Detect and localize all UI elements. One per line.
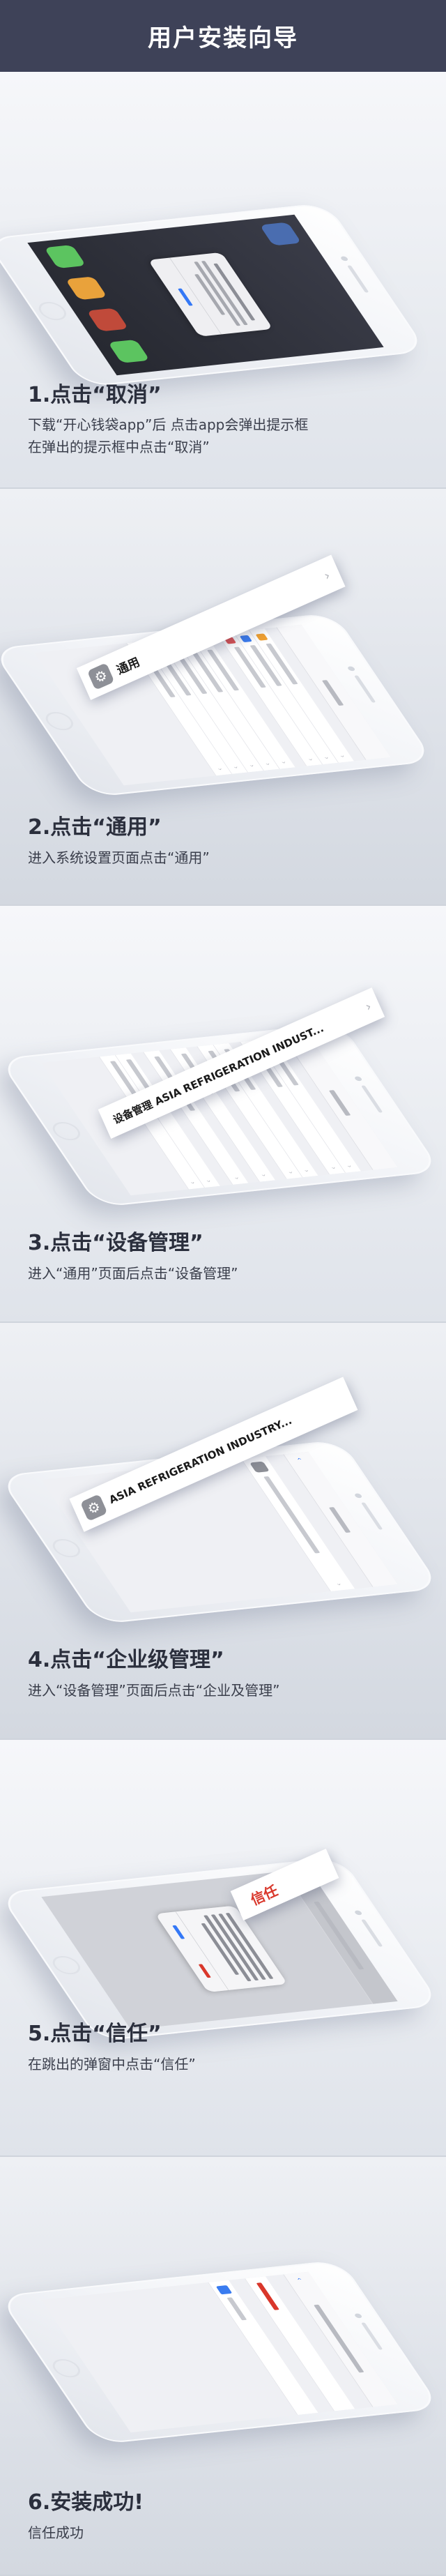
chevron-right-icon: › <box>302 1169 312 1173</box>
phone-app-icon[interactable] <box>44 245 86 269</box>
chevron-right-icon: › <box>334 1582 345 1586</box>
phone-camera <box>353 1493 363 1499</box>
phone-speaker <box>347 265 369 293</box>
nav-title <box>321 680 344 706</box>
step-desc-line: 信任成功 <box>28 2524 84 2541</box>
device-management-screen: ‹ › <box>41 1451 398 1613</box>
settings-row-icon <box>255 633 268 641</box>
phone-mockup <box>0 202 427 388</box>
gear-icon: ⚙ <box>86 662 115 690</box>
trusted-enterprise-screen: ‹ <box>41 2271 398 2433</box>
home-button[interactable] <box>34 301 71 321</box>
step-title: 1.点击“取消” <box>28 383 162 407</box>
chevron-right-icon: › <box>363 999 374 1015</box>
header-bar: 用户安装向导 <box>0 0 446 72</box>
home-button[interactable] <box>48 1955 85 1976</box>
chevron-right-icon: › <box>321 568 332 584</box>
phone-camera <box>353 2313 363 2319</box>
home-button[interactable] <box>41 711 78 732</box>
step-desc-line: 进入“通用”页面后点击“设备管理” <box>28 1265 238 1282</box>
trust-confirm-alert <box>155 1905 288 1992</box>
chevron-right-icon: › <box>328 1166 339 1170</box>
home-button[interactable] <box>48 1538 85 1559</box>
phone-camera <box>353 1076 363 1082</box>
phone-mockup: ‹ › › › › › › › › <box>0 1022 441 1208</box>
chevron-right-icon: › <box>231 766 242 769</box>
app-row-label <box>226 2297 247 2321</box>
step-desc-line: 进入系统设置页面点击“通用” <box>28 849 210 866</box>
alert-cancel-button[interactable] <box>178 288 193 306</box>
callout-label: 通用 <box>114 655 142 678</box>
phone-mockup: ‹ <box>0 2259 441 2445</box>
gear-icon <box>249 1461 270 1473</box>
phone-camera <box>346 666 356 672</box>
chevron-right-icon: › <box>306 758 316 762</box>
install-guide-page: 用户安装向导 1.点击“取消” 下载“开心钱袋app”后 点击app会弹出提示框… <box>0 0 446 2576</box>
phone-speaker <box>361 1085 383 1113</box>
step-6-section: ‹ 6.安装成功! 信任成功 <box>0 2157 446 2576</box>
trusted-status-label <box>256 2282 279 2310</box>
page-title: 用户安装向导 <box>148 24 298 52</box>
phone-camera <box>353 1910 363 1916</box>
app-icon <box>215 2285 233 2295</box>
phone-speaker <box>354 675 376 703</box>
home-button[interactable] <box>48 1121 85 1142</box>
settings-row-icon <box>239 635 253 643</box>
back-button[interactable]: ‹ <box>293 1457 304 1461</box>
chevron-right-icon: › <box>259 1174 270 1177</box>
messages-app-icon[interactable] <box>107 339 151 363</box>
app-icon[interactable] <box>86 308 129 332</box>
alert-divider <box>169 257 222 335</box>
nav-title <box>328 1090 351 1116</box>
phone-speaker <box>361 1919 383 1947</box>
chevron-right-icon: › <box>279 761 289 764</box>
enterprise-app-screen: ‹ <box>41 1868 398 2030</box>
alert-cancel-button[interactable] <box>172 1925 185 1939</box>
phone-speaker <box>361 1502 383 1530</box>
step-4-section: ‹ › ⚙ ASIA REFRIGERATION INDUSTRY... 4.点… <box>0 1323 446 1740</box>
chevron-right-icon: › <box>215 767 226 771</box>
phone-camera <box>339 256 349 262</box>
step-title: 4.点击“企业级管理” <box>28 1648 224 1672</box>
chevron-right-icon: › <box>232 1176 243 1180</box>
phone-home-screen <box>27 214 384 376</box>
chevron-right-icon: › <box>187 1181 199 1185</box>
step-title: 6.安装成功! <box>28 2490 144 2515</box>
chevron-right-icon: › <box>286 1171 296 1174</box>
step-1-section: 1.点击“取消” 下载“开心钱袋app”后 点击app会弹出提示框 在弹出的提示… <box>0 72 446 489</box>
chevron-right-icon: › <box>344 1165 355 1168</box>
phone-mockup: ‹ <box>0 1856 441 2042</box>
step-desc-line: 进入“设备管理”页面后点击“企业及管理” <box>28 1682 280 1699</box>
step-3-section: ‹ › › › › › › › › 设备管理 ASIA REFRIGERATIO… <box>0 906 446 1323</box>
chevron-right-icon: › <box>337 755 348 758</box>
phone-speaker <box>361 2322 383 2350</box>
chevron-right-icon: › <box>247 764 258 768</box>
step-desc-line: 在弹出的提示框中点击“取消” <box>28 439 210 455</box>
step-title: 3.点击“设备管理” <box>28 1231 203 1255</box>
untrusted-developer-alert <box>148 252 273 337</box>
step-5-section: ‹ 信任 5.点击“信任” 在跳出的弹窗中点击“信任” <box>0 1740 446 2157</box>
step-title: 2.点击“通用” <box>28 815 162 840</box>
app-icon[interactable] <box>259 222 302 246</box>
step-2-section: › › › › › › › › ⚙ 通用 › 2.点击“通用” 进入系统设置页面… <box>0 489 446 906</box>
chevron-right-icon: › <box>203 1179 215 1183</box>
back-button[interactable]: ‹ <box>293 2278 304 2281</box>
trust-button-label: 信任 <box>247 1881 281 1909</box>
step-title: 5.点击“信任” <box>28 2022 162 2046</box>
home-button[interactable] <box>48 2358 85 2379</box>
chevron-right-icon: › <box>263 762 273 766</box>
step-desc-line: 在跳出的弹窗中点击“信任” <box>28 2056 196 2073</box>
alert-trust-button[interactable] <box>198 1964 211 1978</box>
step-desc-line: 下载“开心钱袋app”后 点击app会弹出提示框 <box>28 416 309 433</box>
chevron-right-icon: › <box>321 756 332 760</box>
app-icon[interactable] <box>65 276 108 301</box>
gear-icon: ⚙ <box>79 1494 108 1522</box>
nav-title <box>328 1507 351 1533</box>
settings-screen: › › › › › › › › <box>34 624 391 786</box>
